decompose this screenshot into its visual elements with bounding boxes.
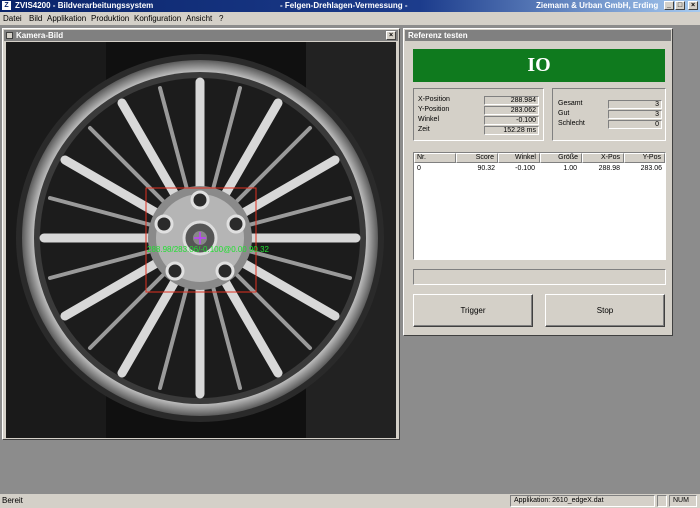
column-header-angle[interactable]: Winkel xyxy=(498,153,540,163)
app-title: ZVIS4200 - Bildverarbeitungssystem xyxy=(15,1,154,10)
reference-window-title: Referenz testen xyxy=(408,31,468,40)
table-cell-nr[interactable]: 0 xyxy=(417,165,421,172)
table-cell-size[interactable]: 1.00 xyxy=(542,165,577,172)
status-text: Bereit xyxy=(2,496,23,505)
window-icon xyxy=(6,32,13,39)
trigger-button[interactable]: Trigger xyxy=(413,294,533,327)
camera-image[interactable]: 288.98/283.06/-0.100@0.00 90.32 xyxy=(6,42,396,438)
company-name: Ziemann & Urban GmbH, Erding xyxy=(536,1,659,10)
application-panel: Applikation: 2610_edgeX.dat xyxy=(510,495,655,507)
camera-window[interactable]: Kamera-Bild × 288.98/283.06/-0.100@0.00 … xyxy=(2,28,400,440)
time-value: 152.28 ms xyxy=(484,126,539,135)
close-icon[interactable]: × xyxy=(386,31,396,40)
stop-button[interactable]: Stop xyxy=(545,294,665,327)
detection-overlay-label: 288.98/283.06/-0.100@0.00 90.32 xyxy=(147,245,270,254)
table-cell-score[interactable]: 90.32 xyxy=(460,165,495,172)
y-position-label: Y-Position xyxy=(418,106,450,113)
column-header-size[interactable]: Größe xyxy=(540,153,582,163)
maximize-icon[interactable]: □ xyxy=(675,1,685,10)
message-bar xyxy=(413,269,666,285)
total-label: Gesamt xyxy=(558,100,583,107)
menu-bild[interactable]: Bild xyxy=(29,14,42,23)
menu-datei[interactable]: Datei xyxy=(3,14,22,23)
bad-label: Schlecht xyxy=(558,120,585,127)
good-value: 3 xyxy=(608,110,662,119)
table-cell-angle[interactable]: -0.100 xyxy=(500,165,535,172)
minimize-icon[interactable]: _ xyxy=(664,1,674,10)
good-label: Gut xyxy=(558,110,570,117)
num-lock-indicator: NUM xyxy=(669,495,697,507)
time-label: Zeit xyxy=(418,126,430,133)
status-panel-empty xyxy=(657,495,667,507)
status-bar: Bereit Applikation: 2610_edgeX.dat NUM xyxy=(0,494,700,508)
wheel-rim-image: 288.98/283.06/-0.100@0.00 90.32 xyxy=(6,42,396,438)
column-header-nr[interactable]: Nr. xyxy=(414,153,456,163)
menu-help[interactable]: ? xyxy=(219,14,223,23)
document-title: - Felgen-Drehlagen-Vermessung - xyxy=(280,1,408,10)
menu-bar: Datei Bild Applikation Produktion Konfig… xyxy=(0,12,700,25)
close-icon[interactable]: × xyxy=(688,1,698,10)
y-position-value: 283.062 xyxy=(484,106,539,115)
column-header-xpos[interactable]: X-Pos xyxy=(582,153,624,163)
column-header-score[interactable]: Score xyxy=(456,153,498,163)
table-cell-ypos[interactable]: 283.06 xyxy=(626,165,662,172)
result-indicator: IO xyxy=(413,49,665,82)
menu-produktion[interactable]: Produktion xyxy=(91,14,129,23)
angle-value: -0.100 xyxy=(484,116,539,125)
counter-group: Gesamt 3 Gut 3 Schlecht 0 xyxy=(552,88,666,141)
results-table[interactable]: Nr. Score Winkel Größe X-Pos Y-Pos 0 90.… xyxy=(413,152,666,260)
angle-label: Winkel xyxy=(418,116,440,123)
reference-window-titlebar[interactable]: Referenz testen xyxy=(405,30,671,41)
app-icon[interactable]: Z xyxy=(2,1,11,10)
column-header-ypos[interactable]: Y-Pos xyxy=(624,153,665,163)
measurement-group: X-Position 288.984 Y-Position 283.062 Wi… xyxy=(413,88,544,141)
total-value: 3 xyxy=(608,100,662,109)
camera-window-titlebar[interactable]: Kamera-Bild × xyxy=(4,30,398,41)
bad-value: 0 xyxy=(608,120,662,129)
menu-applikation[interactable]: Applikation xyxy=(47,14,86,23)
camera-window-title: Kamera-Bild xyxy=(16,31,64,40)
reference-test-window[interactable]: Referenz testen IO X-Position 288.984 Y-… xyxy=(403,28,673,336)
menu-konfiguration[interactable]: Konfiguration xyxy=(134,14,181,23)
menu-ansicht[interactable]: Ansicht xyxy=(186,14,212,23)
table-cell-xpos[interactable]: 288.98 xyxy=(584,165,620,172)
title-bar: Z ZVIS4200 - Bildverarbeitungssystem - F… xyxy=(0,0,700,12)
x-position-label: X-Position xyxy=(418,96,450,103)
x-position-value: 288.984 xyxy=(484,96,539,105)
